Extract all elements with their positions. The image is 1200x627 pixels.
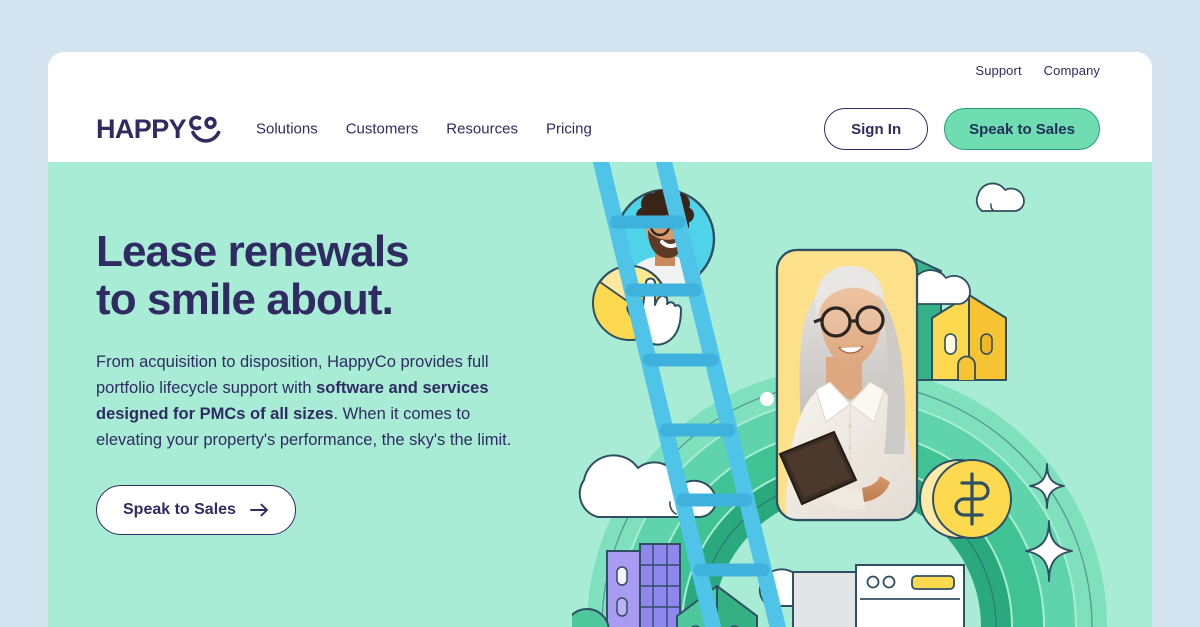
- coin-dollar-yellow: [919, 459, 1012, 539]
- logo-happyco[interactable]: HAPPY: [96, 114, 221, 144]
- speak-to-sales-button-header[interactable]: Speak to Sales: [944, 108, 1100, 150]
- woman-with-tablet-photo: [777, 250, 917, 520]
- hero-title: Lease renewals to smile about.: [96, 227, 410, 324]
- house-yellow: [931, 294, 1007, 381]
- nav-link-pricing[interactable]: Pricing: [546, 121, 592, 138]
- site-card: Support Company HAPPY Solutions Customer…: [48, 52, 1152, 627]
- nav-link-resources[interactable]: Resources: [446, 121, 518, 138]
- apartment-building-purple: [606, 543, 681, 627]
- utility-link-support[interactable]: Support: [975, 63, 1021, 78]
- cloud-white: [910, 269, 971, 305]
- logo-wordmark: HAPPY: [96, 113, 187, 144]
- hero-copy: Lease renewals to smile about. From acqu…: [96, 227, 566, 536]
- header-actions: Sign In Speak to Sales: [824, 108, 1100, 150]
- arrow-right-icon: [250, 503, 268, 517]
- main-nav: Solutions Customers Resources Pricing: [256, 121, 592, 138]
- sign-in-button[interactable]: Sign In: [824, 108, 929, 150]
- hero-cta-label: Speak to Sales: [123, 501, 236, 519]
- co-smiley-logomark: [189, 115, 221, 143]
- nav-link-customers[interactable]: Customers: [346, 121, 419, 138]
- utility-nav: Support Company: [975, 63, 1100, 78]
- hero-body: From acquisition to disposition, HappyCo…: [96, 349, 536, 453]
- hero-section: Lease renewals to smile about. From acqu…: [48, 162, 1152, 627]
- property-lifecycle-illustration: [572, 162, 1152, 627]
- washing-machine: [792, 564, 965, 627]
- site-header: Support Company HAPPY Solutions Customer…: [48, 52, 1152, 162]
- cloud-white: [975, 182, 1025, 212]
- utility-link-company[interactable]: Company: [1044, 63, 1100, 78]
- header-main-row: HAPPY Solutions Customers Resources Pric…: [48, 96, 1152, 162]
- nav-link-solutions[interactable]: Solutions: [256, 121, 318, 138]
- page-root: Support Company HAPPY Solutions Customer…: [0, 0, 1200, 627]
- arc-dot: [760, 392, 774, 406]
- speak-to-sales-button-hero[interactable]: Speak to Sales: [96, 485, 296, 536]
